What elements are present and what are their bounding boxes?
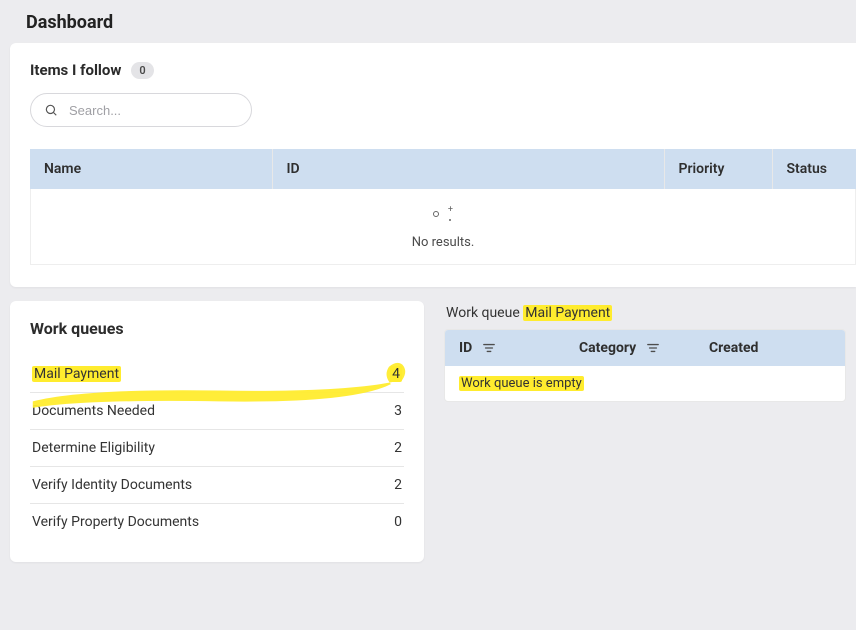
search-input[interactable] xyxy=(30,93,252,127)
queue-count: 0 xyxy=(394,514,402,530)
work-queue-row[interactable]: Documents Needed 3 xyxy=(30,393,404,430)
queue-label: Determine Eligibility xyxy=(32,440,155,456)
queue-label: Verify Property Documents xyxy=(32,514,199,530)
queue-count: 2 xyxy=(394,477,402,493)
work-queue-detail-table-wrap: ID xyxy=(444,329,846,402)
filter-icon[interactable] xyxy=(482,342,496,354)
search-container xyxy=(30,93,252,127)
wq-column-header-category[interactable]: Category xyxy=(565,330,695,366)
wq-column-header-id[interactable]: ID xyxy=(445,330,565,366)
no-results-text: No results. xyxy=(412,235,475,250)
items-follow-card: Items I follow 0 Name ID Priority Status… xyxy=(10,43,856,287)
work-queue-row[interactable]: Verify Identity Documents 2 xyxy=(30,467,404,504)
work-queue-detail-panel: Work queue Mail Payment ID xyxy=(444,301,846,402)
work-queues-title: Work queues xyxy=(30,319,404,338)
queue-label: Documents Needed xyxy=(32,403,155,419)
page-title: Dashboard xyxy=(0,0,856,43)
items-follow-empty: + No results. xyxy=(30,189,856,265)
wq-col-category-label: Category xyxy=(579,340,636,356)
items-follow-title: Items I follow xyxy=(30,61,121,79)
items-follow-header: Items I follow 0 xyxy=(30,61,856,79)
work-queue-detail-table: ID xyxy=(445,330,845,366)
column-header-id[interactable]: ID xyxy=(272,149,664,189)
filter-icon[interactable] xyxy=(646,342,660,354)
work-queue-detail-title: Work queue Mail Payment xyxy=(446,305,846,321)
work-queue-empty-row: Work queue is empty xyxy=(445,366,845,401)
queue-count: 4 xyxy=(390,366,402,382)
queue-count: 3 xyxy=(394,403,402,419)
wq-column-header-created[interactable]: Created xyxy=(695,330,845,366)
column-header-status[interactable]: Status xyxy=(772,149,856,189)
sparkle-icon: + xyxy=(433,207,453,221)
work-queues-list: Mail Payment 4 Documents Needed 3 Determ… xyxy=(30,356,404,540)
work-queue-row[interactable]: Determine Eligibility 2 xyxy=(30,430,404,467)
wq-col-id-label: ID xyxy=(459,340,472,356)
queue-count: 2 xyxy=(394,440,402,456)
items-follow-count-badge: 0 xyxy=(131,62,153,79)
items-follow-table: Name ID Priority Status xyxy=(30,149,856,189)
work-queue-detail-name: Mail Payment xyxy=(523,305,612,321)
column-header-priority[interactable]: Priority xyxy=(664,149,772,189)
wq-col-created-label: Created xyxy=(709,340,758,356)
queue-label: Mail Payment xyxy=(32,366,121,382)
work-queue-detail-prefix: Work queue xyxy=(446,305,520,321)
work-queue-row[interactable]: Mail Payment 4 xyxy=(30,356,404,393)
work-queues-card: Work queues Mail Payment 4 Documents Nee… xyxy=(10,301,424,562)
queue-label: Verify Identity Documents xyxy=(32,477,192,493)
column-header-name[interactable]: Name xyxy=(30,149,272,189)
work-queue-row[interactable]: Verify Property Documents 0 xyxy=(30,504,404,540)
work-queue-empty-text: Work queue is empty xyxy=(459,376,584,391)
